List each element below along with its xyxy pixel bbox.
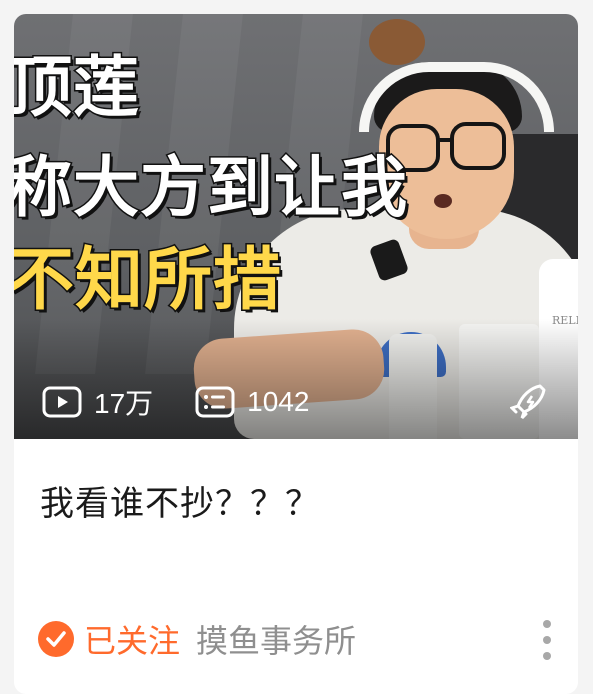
video-stats: 17万 1042 [42,382,351,422]
glasses-lens-right [450,122,506,170]
thumbnail-text-line-3: 不知所措 [14,240,283,322]
video-card[interactable]: RELL 顶莲 称大方到让我 不知所措 17万 1 [14,14,578,694]
danmaku-icon [195,386,235,418]
video-thumbnail[interactable]: RELL 顶莲 称大方到让我 不知所措 17万 1 [14,14,578,439]
check-circle-icon [38,621,74,657]
play-count: 17万 [94,388,154,419]
headband-bun [369,19,425,65]
person-mouth [434,194,452,208]
rocket-icon[interactable] [510,382,548,422]
author-name[interactable]: 摸鱼事务所 [196,616,356,662]
play-icon [42,386,82,418]
headband [359,62,554,132]
author-row[interactable]: 已关注 摸鱼事务所 [38,614,558,664]
thumbnail-text-line-2: 称大方到让我 [14,148,409,228]
play-count-stat: 17万 [42,382,153,422]
thumbnail-text-line-1: 顶莲 [14,48,141,128]
video-title[interactable]: 我看谁不抄？？？ [40,476,320,525]
danmaku-count: 1042 [247,386,310,417]
more-vertical-icon[interactable] [540,620,554,660]
follow-status: 已关注 [84,622,181,660]
danmaku-count-stat: 1042 [195,386,309,418]
glasses-bridge [436,138,452,142]
